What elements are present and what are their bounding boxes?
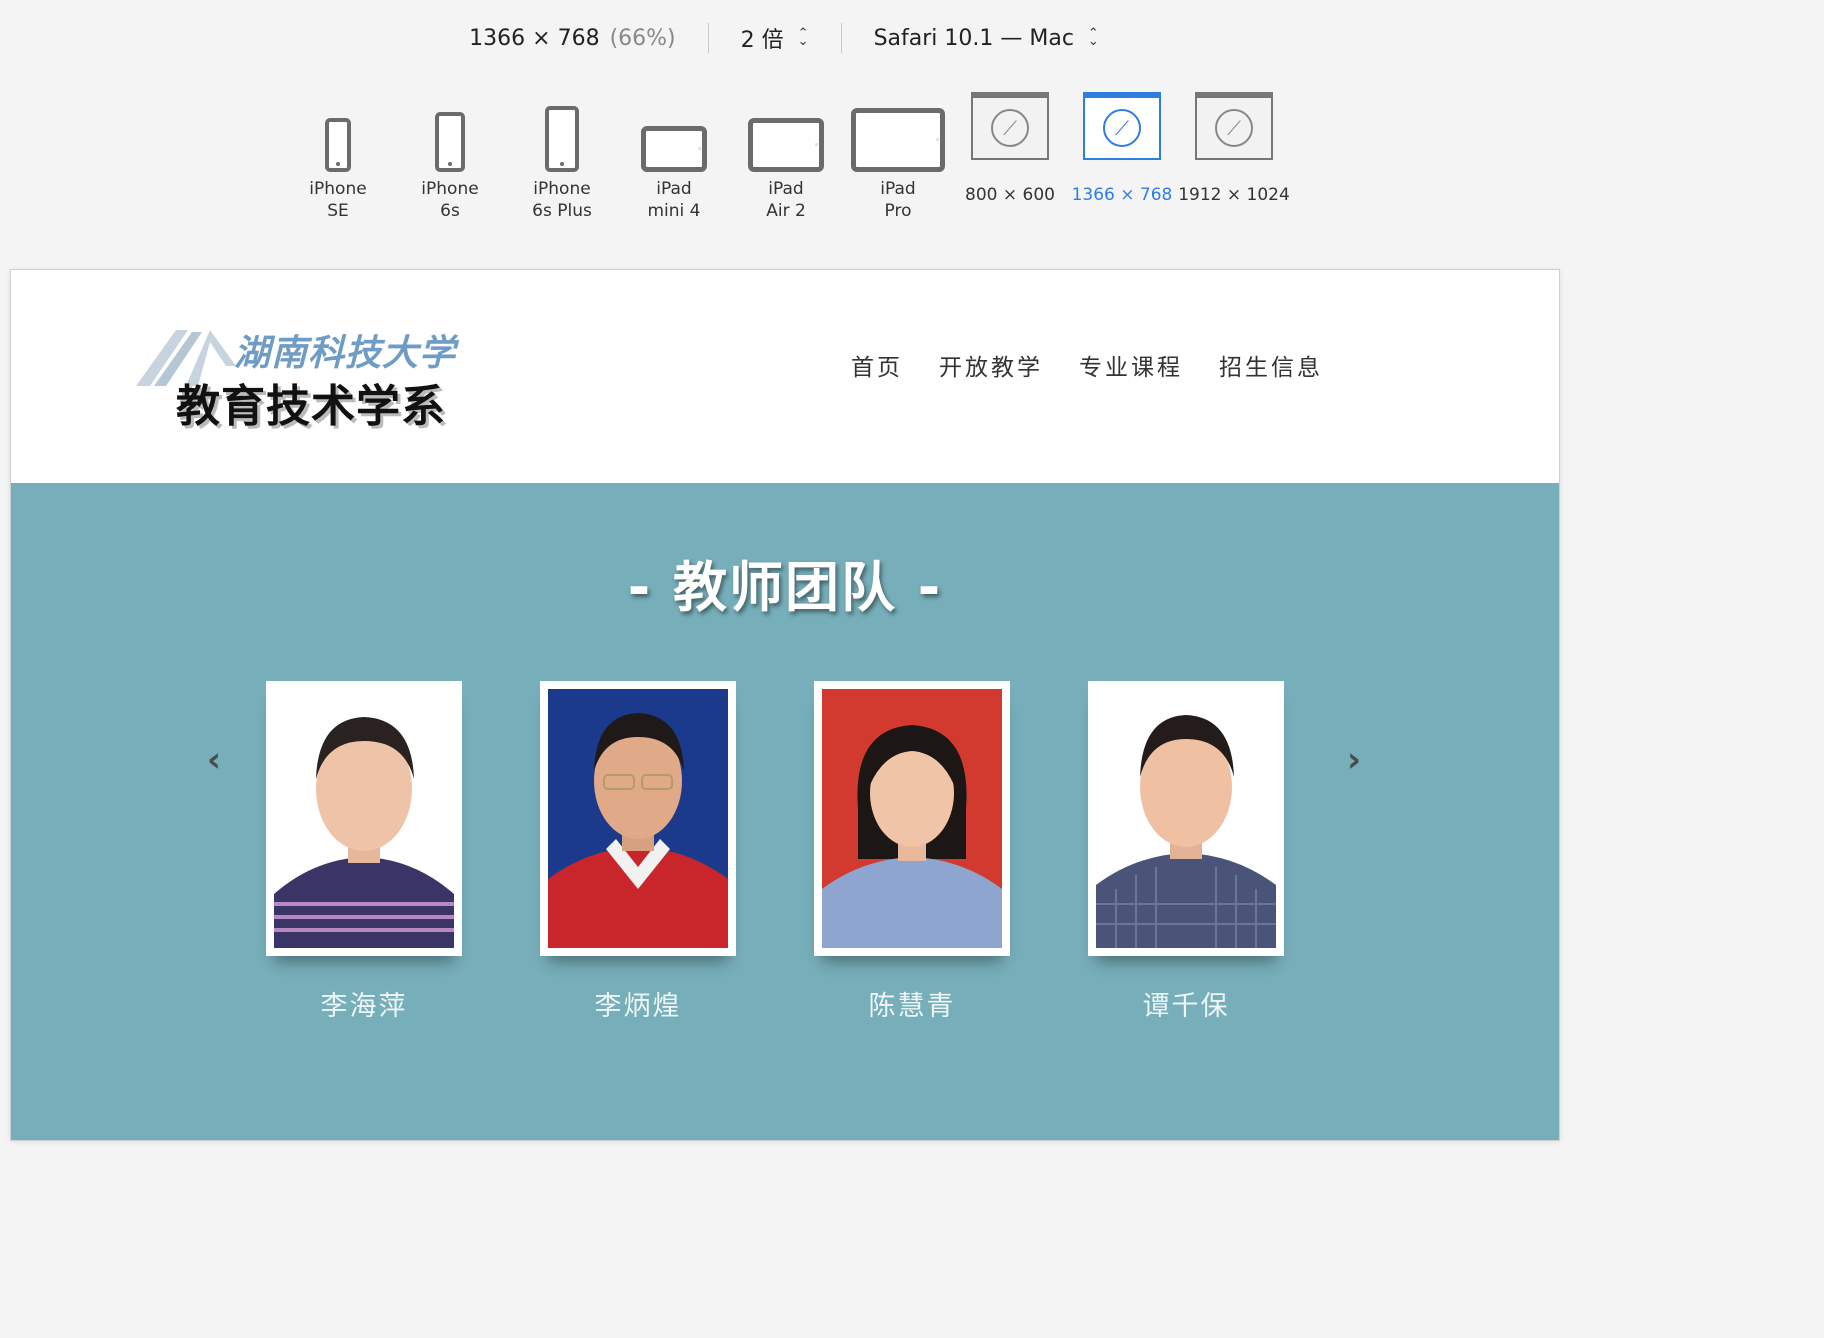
preset-ipad-mini-4[interactable]: iPad mini 4 (618, 92, 730, 222)
teacher-photo (814, 681, 1010, 956)
preset-label: iPad Pro (880, 179, 916, 221)
teacher-team-section: - 教师团队 - ‹ › 李海萍 李炳煌 陈慧青 谭千保 (11, 483, 1559, 1140)
divider (707, 23, 709, 53)
preset-label: iPad Air 2 (766, 179, 806, 221)
nav-home[interactable]: 首页 (851, 348, 903, 382)
tablet-icon (748, 118, 824, 172)
chevron-right-icon[interactable]: › (1339, 743, 1369, 777)
chevron-left-icon[interactable]: ‹ (199, 743, 229, 777)
university-name: 湖南科技大学 (234, 333, 457, 374)
teacher-card[interactable]: 李海萍 (266, 681, 462, 1023)
portrait-image (1096, 689, 1276, 948)
teacher-name: 陈慧青 (868, 991, 956, 1022)
teacher-name: 谭千保 (1142, 991, 1230, 1022)
section-title: - 教师团队 - (627, 556, 943, 619)
zoom-percent: (66%) (609, 25, 676, 51)
compass-icon: ⟋ (1215, 109, 1253, 147)
preset-iphone-se[interactable]: iPhone SE (282, 92, 394, 222)
preset-label: iPhone 6s (421, 179, 479, 221)
phone-icon (325, 118, 351, 172)
preset-label: iPhone 6s Plus (532, 179, 592, 221)
page-viewport: 湖南科技大学 教育技术学系 首页 开放教学 专业课程 招生信息 - 教师团队 -… (11, 270, 1559, 1140)
portrait-image (274, 689, 454, 948)
teacher-photo (540, 681, 736, 956)
phone-icon (545, 106, 579, 172)
portrait-image (548, 689, 728, 948)
resolution-value: 1366 × 768 (469, 25, 600, 51)
department-name: 教育技术学系 (176, 381, 446, 432)
site-header: 湖南科技大学 教育技术学系 首页 开放教学 专业课程 招生信息 (11, 270, 1559, 483)
main-nav: 首页 开放教学 专业课程 招生信息 (851, 348, 1323, 382)
university-logo[interactable]: 湖南科技大学 教育技术学系 (136, 322, 481, 432)
tablet-icon (641, 126, 707, 172)
browser-window-icon: ⟋ (1083, 92, 1161, 160)
preset-label: 1366 × 768 (1071, 185, 1173, 205)
browser-window-icon: ⟋ (971, 92, 1049, 160)
compass-icon: ⟋ (991, 109, 1029, 147)
pixel-ratio-select[interactable]: 2 倍 ⌃ ⌄ (741, 22, 809, 54)
preset-ipad-air-2[interactable]: iPad Air 2 (730, 92, 842, 222)
user-agent-value: Safari 10.1 — Mac (873, 25, 1074, 51)
browser-window-icon: ⟋ (1195, 92, 1273, 160)
teacher-photo (266, 681, 462, 956)
nav-open-teaching[interactable]: 开放教学 (939, 348, 1043, 382)
preset-label: iPad mini 4 (647, 179, 701, 221)
device-presets: iPhone SE iPhone 6s iPhone 6s Plus iPad … (282, 92, 1292, 222)
preset-1912x1024[interactable]: ⟋ 1912 × 1024 (1178, 92, 1290, 222)
preset-1366x768[interactable]: ⟋ 1366 × 768 (1066, 92, 1178, 222)
tablet-icon (851, 108, 945, 172)
preset-label: iPhone SE (309, 179, 367, 221)
teacher-card[interactable]: 李炳煌 (540, 681, 736, 1023)
teacher-card[interactable]: 谭千保 (1088, 681, 1284, 1023)
preset-label: 1912 × 1024 (1178, 185, 1290, 205)
nav-courses[interactable]: 专业课程 (1079, 348, 1183, 382)
preset-iphone-6s-plus[interactable]: iPhone 6s Plus (506, 92, 618, 222)
up-down-chevron-icon: ⌃ ⌄ (797, 26, 809, 49)
preset-800x600[interactable]: ⟋ 800 × 600 (954, 92, 1066, 222)
compass-icon: ⟋ (1103, 109, 1141, 147)
resolution-control[interactable]: 1366 × 768 (66%) (469, 26, 675, 51)
divider (840, 23, 842, 53)
portrait-image (822, 689, 1002, 948)
pixel-ratio-value: 2 倍 (740, 28, 784, 53)
teacher-photo (1088, 681, 1284, 956)
nav-admissions[interactable]: 招生信息 (1219, 348, 1323, 382)
responsive-design-toolbar: 1366 × 768 (66%) 2 倍 ⌃ ⌄ Safari 10.1 — Ma… (0, 0, 1568, 268)
up-down-chevron-icon: ⌃ ⌄ (1087, 26, 1099, 49)
preset-iphone-6s[interactable]: iPhone 6s (394, 92, 506, 222)
teacher-name: 李炳煌 (594, 991, 682, 1022)
teacher-card[interactable]: 陈慧青 (814, 681, 1010, 1023)
viewport-controls: 1366 × 768 (66%) 2 倍 ⌃ ⌄ Safari 10.1 — Ma… (0, 18, 1568, 58)
teacher-name: 李海萍 (320, 991, 408, 1022)
phone-icon (435, 112, 465, 172)
preset-label: 800 × 600 (965, 185, 1055, 205)
preset-ipad-pro[interactable]: iPad Pro (842, 92, 954, 222)
user-agent-select[interactable]: Safari 10.1 — Mac ⌃ ⌄ (874, 26, 1099, 51)
